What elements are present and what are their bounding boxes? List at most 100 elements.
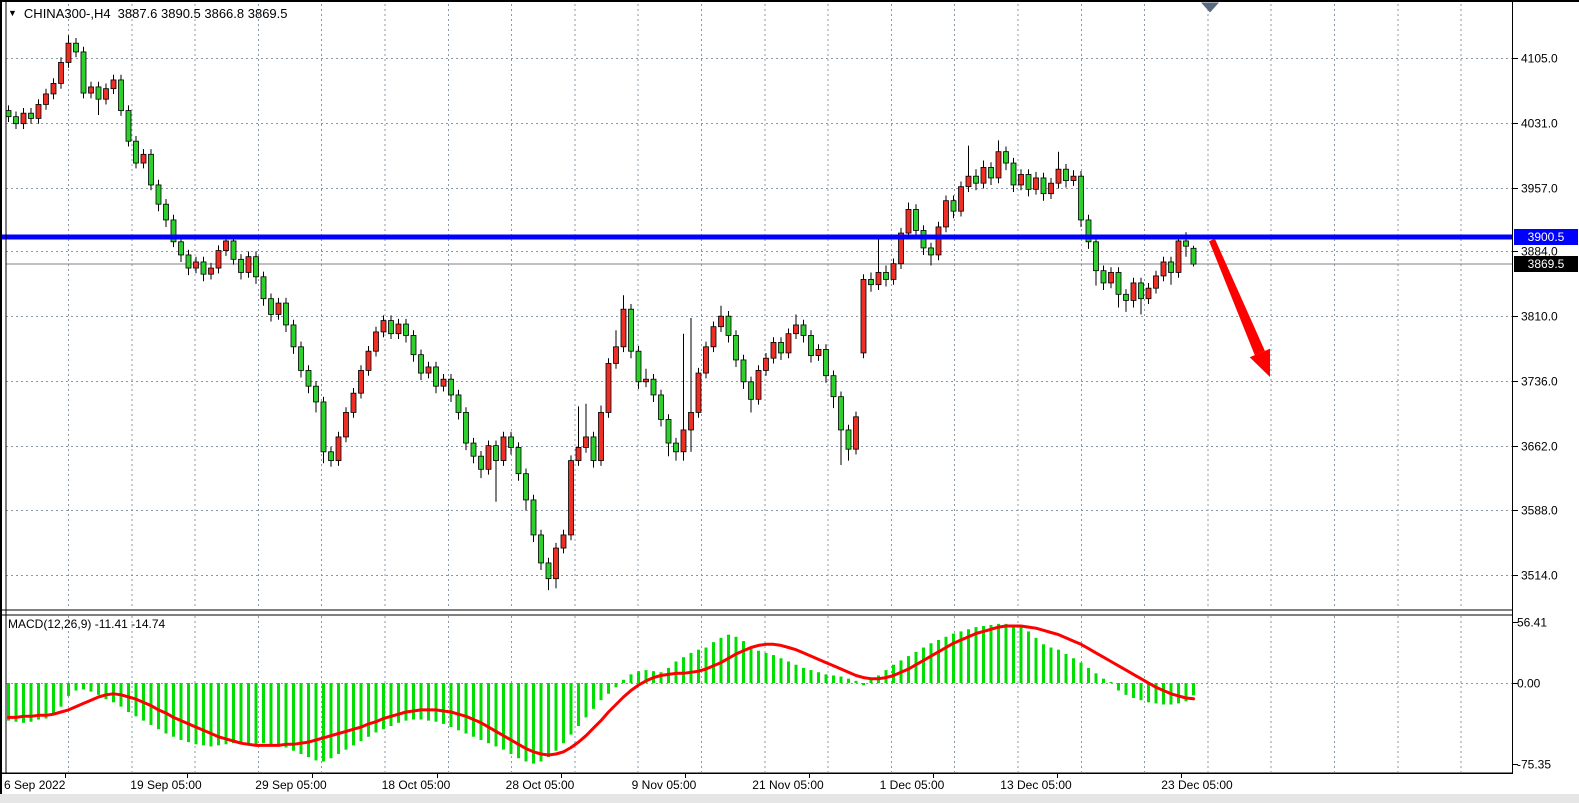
- time-axis-label: 23 Dec 05:00: [1161, 778, 1233, 792]
- window-bottom-strip: [0, 794, 1579, 803]
- candle-down: [1094, 242, 1099, 271]
- candle-down: [539, 535, 544, 563]
- price-axis-label: 3662.0: [1521, 440, 1558, 454]
- candlesticks: [6, 35, 1196, 590]
- candle-up: [906, 209, 911, 233]
- candle-down: [284, 303, 289, 325]
- candle-down: [831, 376, 836, 397]
- candle-down: [929, 248, 934, 255]
- candle-up: [959, 187, 964, 212]
- candle-down: [6, 111, 11, 117]
- candle-down: [636, 351, 641, 382]
- time-axis-label: 21 Nov 05:00: [752, 778, 824, 792]
- candle-down: [651, 379, 656, 395]
- candle-up: [981, 167, 986, 183]
- candle-down: [81, 52, 86, 93]
- candle-up: [816, 349, 821, 355]
- chart-canvas[interactable]: 4105.04031.03957.03884.03810.03736.03662…: [0, 0, 1579, 803]
- candle-down: [546, 563, 551, 579]
- horizontal-line-3900[interactable]: [2, 235, 1512, 240]
- candle-down: [269, 299, 274, 315]
- candle-up: [876, 272, 881, 284]
- candle-down: [479, 456, 484, 469]
- candle-down: [179, 242, 184, 255]
- candle-up: [366, 351, 371, 370]
- candle-down: [291, 325, 296, 347]
- candle-up: [936, 227, 941, 255]
- candle-down: [524, 474, 529, 500]
- candle-down: [119, 80, 124, 111]
- candle-down: [1184, 241, 1189, 246]
- candle-down: [779, 342, 784, 353]
- candle-down: [239, 259, 244, 272]
- quote-values: 3887.6 3890.5 3866.8 3869.5: [118, 6, 288, 21]
- candle-up: [794, 325, 799, 334]
- symbol-dropdown-icon[interactable]: ▼: [8, 9, 17, 18]
- candle-down: [156, 185, 161, 204]
- candle-up: [486, 446, 491, 470]
- candle-down: [254, 257, 259, 277]
- candle-up: [276, 303, 281, 314]
- candle-up: [36, 104, 41, 118]
- candle-down: [201, 262, 206, 274]
- candle-up: [374, 332, 379, 351]
- macd-histogram: [7, 624, 1195, 764]
- candle-down: [389, 321, 394, 334]
- candle-down: [1011, 163, 1016, 185]
- candle-up: [89, 87, 94, 93]
- candle-down: [516, 447, 521, 473]
- candle-down: [449, 379, 454, 395]
- candle-down: [29, 113, 34, 118]
- candle-down: [846, 430, 851, 449]
- candle-up: [66, 43, 71, 62]
- chart-title: ▼ CHINA300-,H4 3887.6 3890.5 3866.8 3869…: [8, 6, 288, 21]
- candle-down: [494, 446, 499, 461]
- candle-up: [554, 548, 559, 579]
- price-axis-label: 3514.0: [1521, 569, 1558, 583]
- candle-up: [1161, 262, 1166, 276]
- candle-down: [1101, 271, 1106, 283]
- candle-down: [741, 360, 746, 382]
- candle-down: [471, 443, 476, 456]
- candle-down: [914, 209, 919, 230]
- candle-up: [104, 89, 109, 100]
- mt4-chart-window: 4105.04031.03957.03884.03810.03736.03662…: [0, 0, 1579, 803]
- candle-down: [74, 43, 79, 52]
- candle-up: [599, 412, 604, 460]
- candle-down: [231, 241, 236, 259]
- candle-up: [711, 327, 716, 347]
- candle-up: [209, 268, 214, 274]
- price-axis[interactable]: 4105.04031.03957.03884.03810.03736.03662…: [1517, 52, 1558, 772]
- time-axis-label: 18 Oct 05:00: [382, 778, 451, 792]
- candle-up: [224, 241, 229, 251]
- grid-horizontal: [6, 59, 1518, 765]
- candle-up: [44, 94, 49, 105]
- candle-down: [1124, 294, 1129, 300]
- candle-down: [329, 452, 334, 461]
- candle-up: [344, 412, 349, 437]
- candle-down: [666, 419, 671, 443]
- candle-down: [749, 382, 754, 400]
- candle-up: [1154, 276, 1159, 288]
- candle-down: [126, 111, 131, 142]
- candle-down: [1064, 169, 1069, 180]
- candle-down: [869, 279, 874, 284]
- candle-up: [644, 379, 649, 382]
- candle-down: [164, 204, 169, 220]
- candle-down: [1139, 283, 1144, 299]
- arrow-shaft[interactable]: [1209, 239, 1265, 355]
- candle-up: [351, 393, 356, 412]
- candle-down: [809, 335, 814, 355]
- candle-up: [1071, 176, 1076, 180]
- candle-down: [321, 402, 326, 452]
- time-axis[interactable]: 6 Sep 202219 Sep 05:0029 Sep 05:0018 Oct…: [4, 773, 1233, 792]
- candle-up: [246, 257, 251, 273]
- candle-up: [1176, 241, 1181, 273]
- macd-axis-label: 56.41: [1517, 616, 1547, 630]
- candle-up: [501, 437, 506, 461]
- candle-down: [411, 335, 416, 354]
- candle-up: [561, 535, 566, 548]
- candle-down: [1004, 152, 1009, 163]
- candle-up: [441, 379, 446, 386]
- candle-down: [531, 500, 536, 535]
